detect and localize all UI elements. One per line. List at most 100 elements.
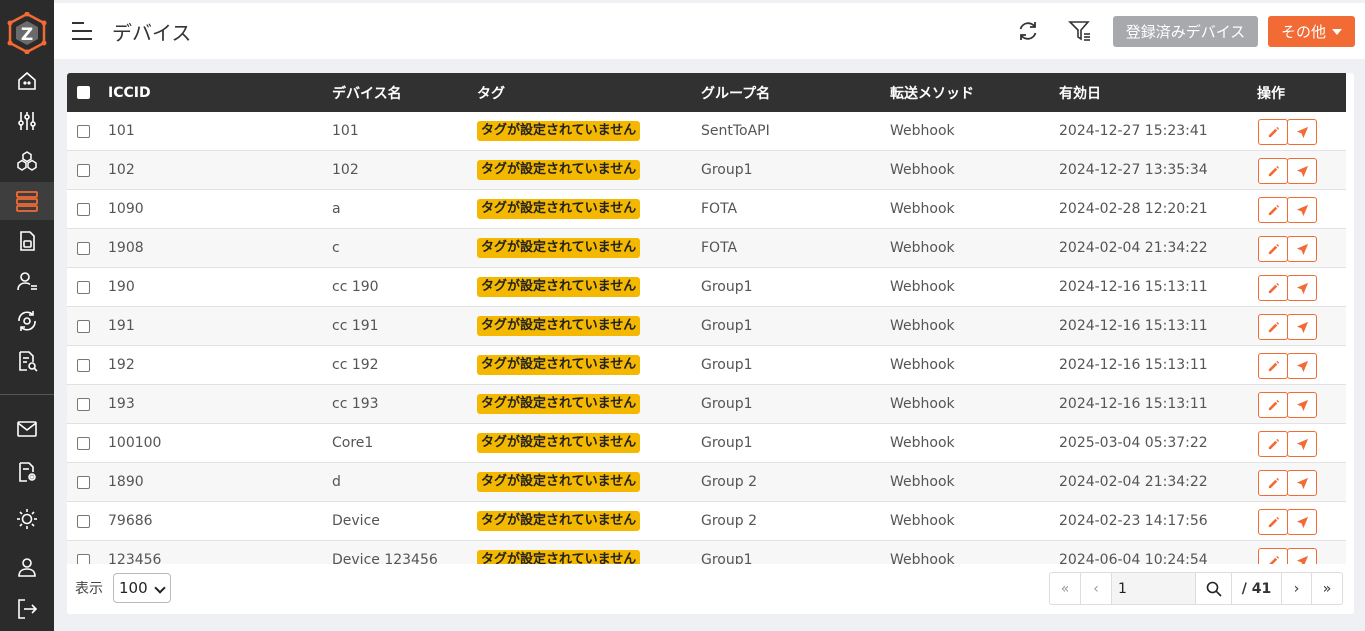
last-page-button[interactable]: » — [1312, 573, 1342, 604]
sidebar-item-users[interactable] — [0, 262, 54, 300]
row-checkbox[interactable] — [77, 319, 90, 333]
col-valid-date[interactable]: 有効日 — [1059, 73, 1101, 112]
svg-text:Z: Z — [21, 25, 33, 45]
edit-button[interactable] — [1258, 509, 1288, 535]
table-row[interactable]: 1908 c タグが設定されていません FOTA Webhook 2024-02-04 2… — [67, 229, 1346, 268]
row-checkbox[interactable] — [77, 280, 90, 294]
row-checkbox-cell[interactable] — [77, 229, 90, 267]
row-checkbox-cell[interactable] — [77, 463, 90, 501]
row-checkbox[interactable] — [77, 124, 90, 138]
table-row[interactable]: 101 101 タグが設定されていません SentToAPI Webhook 2024-1… — [67, 112, 1346, 151]
send-button[interactable] — [1287, 353, 1317, 379]
select-all-checkbox-cell[interactable] — [77, 73, 90, 112]
col-group-name[interactable]: グループ名 — [701, 73, 770, 112]
send-button[interactable] — [1287, 158, 1317, 184]
filter-icon[interactable] — [1068, 19, 1092, 43]
edit-button[interactable] — [1258, 314, 1288, 340]
table-row[interactable]: 102 102 タグが設定されていません Group1 Webhook 2024-12-2… — [67, 151, 1346, 190]
table-row[interactable]: 192 cc 192 タグが設定されていません Group1 Webhook 2024-1… — [67, 346, 1346, 385]
row-checkbox-cell[interactable] — [77, 112, 90, 150]
edit-button[interactable] — [1258, 236, 1288, 262]
sidebar-item-mail[interactable] — [0, 410, 54, 448]
prev-page-button[interactable]: ‹ — [1081, 573, 1112, 604]
registered-devices-button[interactable]: 登録済みデバイス — [1113, 16, 1258, 47]
send-button[interactable] — [1287, 392, 1317, 418]
edit-button[interactable] — [1258, 158, 1288, 184]
col-iccid[interactable]: ICCID — [108, 73, 151, 112]
hamburger-menu-icon[interactable] — [70, 20, 94, 42]
edit-button[interactable] — [1258, 392, 1288, 418]
sidebar-item-profile[interactable] — [0, 548, 54, 586]
edit-button[interactable] — [1258, 353, 1288, 379]
first-page-button[interactable]: « — [1050, 573, 1081, 604]
row-checkbox-cell[interactable] — [77, 346, 90, 384]
send-button[interactable] — [1287, 275, 1317, 301]
page-search-button[interactable] — [1196, 573, 1232, 604]
cell-device-name: cc 191 — [332, 318, 379, 334]
col-transfer-method[interactable]: 転送メソッド — [890, 73, 974, 112]
table-row[interactable]: 1090 a タグが設定されていません FOTA Webhook 2024-02-28 1… — [67, 190, 1346, 229]
sidebar-item-groups[interactable] — [0, 142, 54, 180]
sidebar-item-doc-settings[interactable] — [0, 453, 54, 491]
row-checkbox[interactable] — [77, 202, 90, 216]
table-row[interactable]: 193 cc 193 タグが設定されていません Group1 Webhook 2024-1… — [67, 385, 1346, 424]
row-checkbox-cell[interactable] — [77, 190, 90, 228]
sidebar-item-settings[interactable] — [0, 102, 54, 140]
tag-badge: タグが設定されていません — [477, 355, 641, 375]
edit-button[interactable] — [1258, 197, 1288, 223]
send-button[interactable] — [1287, 548, 1317, 564]
edit-button[interactable] — [1258, 119, 1288, 145]
refresh-icon[interactable] — [1016, 19, 1040, 43]
row-checkbox[interactable] — [77, 358, 90, 372]
send-button[interactable] — [1287, 509, 1317, 535]
row-checkbox[interactable] — [77, 475, 90, 489]
cell-group-name: Group1 — [701, 318, 753, 334]
table-row[interactable]: 100100 Core1 タグが設定されていません Group1 Webhook 2025… — [67, 424, 1346, 463]
send-button[interactable] — [1287, 197, 1317, 223]
row-checkbox[interactable] — [77, 436, 90, 450]
cell-valid-date: 2025-03-04 05:37:22 — [1059, 435, 1208, 451]
row-checkbox[interactable] — [77, 514, 90, 528]
row-checkbox-cell[interactable] — [77, 268, 90, 306]
sidebar-item-devices[interactable] — [0, 182, 54, 220]
sidebar-item-logs[interactable] — [0, 342, 54, 380]
edit-button[interactable] — [1258, 548, 1288, 564]
send-button[interactable] — [1287, 470, 1317, 496]
page-number-input[interactable]: 1 — [1112, 573, 1196, 604]
table-row[interactable]: 1890 d タグが設定されていません Group 2 Webhook 2024-02-0… — [67, 463, 1346, 502]
table-row[interactable]: 190 cc 190 タグが設定されていません Group1 Webhook 2024-1… — [67, 268, 1346, 307]
table-row[interactable]: 123456 Device 123456 タグが設定されていません Group1 Web… — [67, 541, 1346, 564]
row-checkbox-cell[interactable] — [77, 151, 90, 189]
table-row[interactable]: 191 cc 191 タグが設定されていません Group1 Webhook 2024-1… — [67, 307, 1346, 346]
row-checkbox-cell[interactable] — [77, 424, 90, 462]
tag-badge: タグが設定されていません — [477, 511, 641, 531]
row-checkbox-cell[interactable] — [77, 307, 90, 345]
edit-button[interactable] — [1258, 470, 1288, 496]
page-size-select[interactable]: 100 — [113, 573, 171, 603]
sidebar-item-home[interactable] — [0, 62, 54, 100]
send-button[interactable] — [1287, 314, 1317, 340]
send-button[interactable] — [1287, 431, 1317, 457]
edit-button[interactable] — [1258, 275, 1288, 301]
col-device-name[interactable]: デバイス名 — [332, 73, 402, 112]
send-button[interactable] — [1287, 236, 1317, 262]
row-checkbox[interactable] — [77, 241, 90, 255]
sidebar-item-logout[interactable] — [0, 590, 54, 628]
row-checkbox-cell[interactable] — [77, 502, 90, 540]
col-tag[interactable]: タグ — [477, 73, 505, 112]
sidebar-item-sim[interactable] — [0, 222, 54, 260]
sidebar-item-theme[interactable] — [0, 500, 54, 538]
app-logo[interactable]: Z — [6, 11, 48, 55]
next-page-button[interactable]: › — [1282, 573, 1312, 604]
more-dropdown-button[interactable]: その他 — [1268, 16, 1355, 47]
send-button[interactable] — [1287, 119, 1317, 145]
row-checkbox-cell[interactable] — [77, 541, 90, 564]
sidebar-item-sync[interactable] — [0, 302, 54, 340]
row-checkbox[interactable] — [77, 553, 90, 564]
select-all-checkbox[interactable] — [77, 86, 90, 99]
row-checkbox-cell[interactable] — [77, 385, 90, 423]
row-checkbox[interactable] — [77, 163, 90, 177]
row-checkbox[interactable] — [77, 397, 90, 411]
table-row[interactable]: 79686 Device タグが設定されていません Group 2 Webhook 202… — [67, 502, 1346, 541]
edit-button[interactable] — [1258, 431, 1288, 457]
